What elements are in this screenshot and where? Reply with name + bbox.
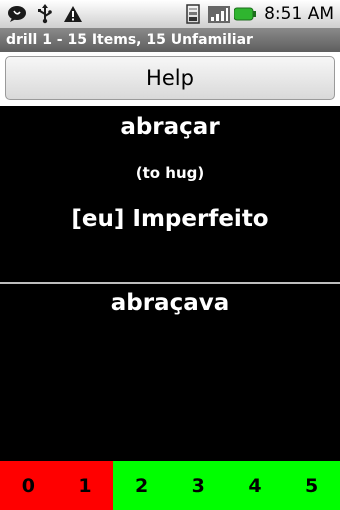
prompt-card: abraçar (to hug) [eu] Imperfeito	[0, 106, 340, 282]
chat-bubble-icon	[6, 3, 28, 25]
system-icons: 8:51 AM	[182, 3, 340, 25]
verb-infinitive: abraçar	[120, 114, 220, 140]
rating-button-2[interactable]: 2	[113, 461, 170, 510]
warning-icon	[62, 3, 84, 25]
help-button[interactable]: Help	[5, 56, 335, 100]
notification-icons	[0, 3, 84, 25]
rating-button-4[interactable]: 4	[226, 461, 284, 510]
rating-button-1[interactable]: 1	[56, 461, 114, 510]
rating-button-5[interactable]: 5	[283, 461, 340, 510]
status-bar: 8:51 AM	[0, 0, 340, 28]
usb-icon	[34, 3, 56, 25]
verb-translation: (to hug)	[135, 164, 205, 182]
signal-icon	[208, 3, 231, 25]
answer-text[interactable]: abraçava	[0, 290, 340, 316]
help-area: Help	[0, 52, 340, 106]
battery-icon	[234, 3, 257, 25]
divider	[0, 282, 340, 284]
clock: 8:51 AM	[264, 4, 334, 24]
rating-button-0[interactable]: 0	[0, 461, 57, 510]
wifi-icon	[182, 3, 204, 25]
rating-bar: 0 1 2 3 4 5	[0, 461, 340, 510]
tense-label: [eu] Imperfeito	[71, 206, 269, 232]
title-bar: drill 1 - 15 Items, 15 Unfamiliar	[0, 28, 340, 52]
rating-button-3[interactable]: 3	[169, 461, 227, 510]
